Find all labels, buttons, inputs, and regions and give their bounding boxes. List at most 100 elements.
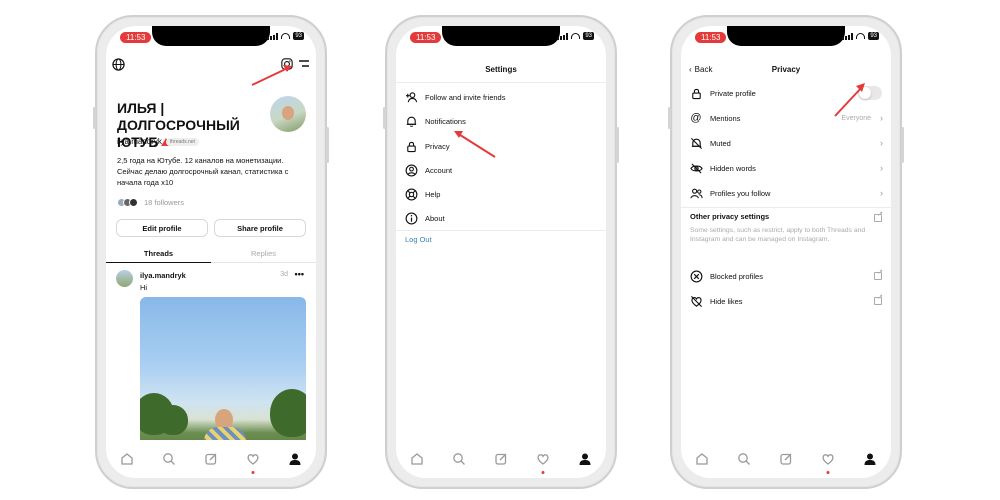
battery-icon: 93	[293, 32, 304, 40]
at-sign-icon: @	[690, 112, 702, 124]
tab-replies[interactable]: Replies	[211, 245, 316, 263]
follower-avatars	[117, 198, 138, 207]
signal-icon	[267, 32, 279, 40]
status-icons: 93	[267, 32, 304, 40]
chevron-right-icon: ›	[880, 138, 883, 148]
notch	[152, 26, 270, 46]
post-username[interactable]: ilya.mandryk	[140, 271, 186, 280]
settings-item-follow-invite[interactable]: Follow and invite friends	[396, 86, 606, 108]
tab-bar	[396, 440, 606, 478]
signal-icon	[842, 32, 854, 40]
chevron-right-icon: ›	[880, 163, 883, 173]
share-profile-button[interactable]: Share profile	[214, 219, 306, 237]
bio: 2,5 года на Ютубе. 12 каналов на монетиз…	[117, 156, 289, 187]
compose-icon[interactable]	[201, 449, 221, 469]
privacy-item-hide-likes[interactable]: Hide likes	[681, 290, 891, 312]
wifi-icon	[571, 33, 581, 39]
privacy-item-label: Private profile	[710, 88, 756, 98]
menu-icon[interactable]	[298, 59, 310, 69]
privacy-item-profiles-you-follow[interactable]: Profiles you follow ›	[681, 182, 891, 204]
help-icon	[404, 187, 418, 201]
profile-icon[interactable]	[285, 449, 305, 469]
settings-item-label: Account	[425, 165, 453, 175]
compose-icon[interactable]	[776, 449, 796, 469]
external-link-icon[interactable]	[874, 210, 883, 222]
logout-link[interactable]: Log Out	[405, 235, 432, 244]
domain-chip[interactable]: threads.net	[165, 137, 199, 146]
status-icons: 93	[557, 32, 594, 40]
privacy-item-label: Hide likes	[710, 296, 743, 306]
handle-row: ilya.mandryk threads.net	[117, 137, 199, 146]
privacy-item-label: Profiles you follow	[710, 188, 771, 198]
blocked-icon	[689, 269, 703, 283]
heart-off-icon	[689, 294, 703, 308]
external-link-icon	[874, 293, 883, 305]
other-privacy-title[interactable]: Other privacy settings	[690, 212, 769, 221]
status-time: 11:53	[410, 32, 442, 43]
settings-item-label: Help	[425, 189, 441, 199]
settings-item-label: Notifications	[425, 116, 466, 126]
settings-item-label: Follow and invite friends	[425, 92, 506, 102]
private-profile-toggle[interactable]	[858, 86, 882, 100]
external-link-icon	[874, 268, 883, 280]
battery-icon: 93	[868, 32, 879, 40]
home-icon[interactable]	[407, 449, 427, 469]
privacy-screen: 11:53 93 ‹ Back Privacy Private profile @…	[681, 26, 891, 478]
privacy-item-mentions[interactable]: @ Mentions Everyone ›	[681, 107, 891, 129]
home-icon[interactable]	[692, 449, 712, 469]
settings-screen: 11:53 93 Settings Follow and invite frie…	[396, 26, 606, 478]
other-privacy-description: Some settings, such as restrict, apply t…	[690, 227, 866, 243]
profile-icon[interactable]	[860, 449, 880, 469]
add-person-icon	[404, 90, 418, 104]
avatar[interactable]	[270, 96, 306, 132]
globe-icon[interactable]	[112, 58, 125, 71]
notch	[442, 26, 560, 46]
post-avatar[interactable]	[116, 270, 133, 287]
status-time: 11:53	[120, 32, 152, 43]
profile-icon[interactable]	[575, 449, 595, 469]
privacy-item-private-profile: Private profile	[681, 82, 891, 104]
privacy-item-label: Mentions	[710, 113, 741, 123]
search-icon[interactable]	[159, 449, 179, 469]
edit-profile-button[interactable]: Edit profile	[116, 219, 208, 237]
lock-icon	[404, 139, 418, 153]
instagram-icon[interactable]	[281, 58, 293, 70]
phone-privacy: 11:53 93 ‹ Back Privacy Private profile @…	[668, 15, 904, 489]
heart-icon[interactable]	[818, 449, 838, 474]
settings-item-label: About	[425, 213, 445, 223]
info-icon	[404, 211, 418, 225]
post-text: Hi	[140, 283, 148, 292]
compose-icon[interactable]	[491, 449, 511, 469]
battery-icon: 93	[583, 32, 594, 40]
search-icon[interactable]	[734, 449, 754, 469]
tab-bar	[681, 440, 891, 478]
privacy-item-hidden-words[interactable]: Hidden words ›	[681, 157, 891, 179]
settings-item-account[interactable]: Account	[396, 159, 606, 181]
people-icon	[689, 186, 703, 200]
privacy-item-label: Muted	[710, 138, 731, 148]
tab-threads[interactable]: Threads	[106, 245, 211, 263]
privacy-item-label: Hidden words	[710, 163, 756, 173]
heart-icon[interactable]	[243, 449, 263, 474]
phone-settings: 11:53 93 Settings Follow and invite frie…	[383, 15, 619, 489]
mentions-value: Everyone	[841, 114, 871, 122]
signal-icon	[557, 32, 569, 40]
settings-item-about[interactable]: About	[396, 207, 606, 229]
notch	[727, 26, 845, 46]
bell-icon	[404, 114, 418, 128]
heart-icon[interactable]	[533, 449, 553, 474]
page-title: Privacy	[771, 65, 801, 74]
settings-item-help[interactable]: Help	[396, 183, 606, 205]
account-icon	[404, 163, 418, 177]
search-icon[interactable]	[449, 449, 469, 469]
privacy-item-muted[interactable]: Muted ›	[681, 132, 891, 154]
settings-item-privacy[interactable]: Privacy	[396, 135, 606, 157]
followers-row[interactable]: 18 followers	[117, 198, 184, 207]
more-icon[interactable]: •••	[295, 269, 304, 279]
privacy-item-blocked-profiles[interactable]: Blocked profiles	[681, 265, 891, 287]
profile-tabs: Threads Replies	[106, 245, 316, 263]
home-icon[interactable]	[117, 449, 137, 469]
followers-count: 18 followers	[144, 198, 185, 207]
wifi-icon	[856, 33, 866, 39]
settings-item-notifications[interactable]: Notifications	[396, 110, 606, 132]
